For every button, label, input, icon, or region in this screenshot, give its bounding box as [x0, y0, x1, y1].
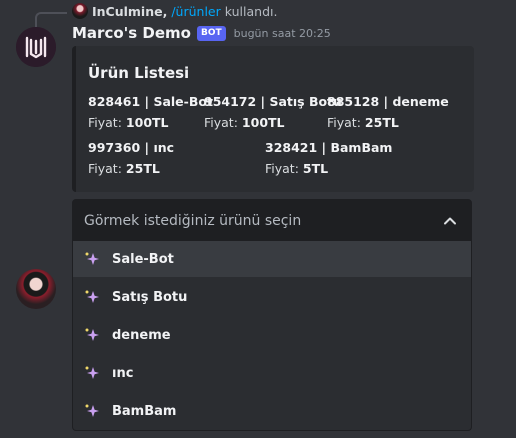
select-option-inc[interactable]: ınc: [73, 355, 471, 391]
field-value: Fiyat: 100TL: [88, 112, 213, 133]
field-value: Fiyat: 5TL: [265, 158, 392, 179]
reply-username[interactable]: InCulmine,: [92, 4, 167, 19]
embed-field: 997360 | ınc Fiyat: 25TL: [88, 137, 174, 179]
price-amount: 5TL: [302, 161, 329, 176]
select-placeholder: Görmek istediğiniz ürünü seçin: [84, 212, 302, 229]
reply-suffix: kullandı.: [224, 3, 278, 19]
price-amount: 25TL: [125, 161, 160, 176]
user-avatar[interactable]: [16, 269, 56, 309]
embed-title: Ürün Listesi: [88, 64, 190, 82]
price-label: Fiyat:: [88, 115, 122, 130]
price-label: Fiyat:: [327, 115, 361, 130]
slash-command-link[interactable]: /ürünler: [171, 4, 220, 19]
embed-field: 954172 | Satış Botu Fiyat: 100TL: [204, 91, 342, 133]
select-option-satis-botu[interactable]: Satış Botu: [73, 279, 471, 315]
field-name: 885128 | deneme: [327, 94, 449, 109]
embed-field: 828461 | Sale-Bot Fiyat: 100TL: [88, 91, 213, 133]
sparkle-icon: [85, 404, 99, 417]
field-name: 997360 | ınc: [88, 140, 175, 155]
product-list-embed: Ürün Listesi 828461 | Sale-Bot Fiyat: 10…: [72, 46, 474, 192]
reply-context: InCulmine, /ürünler kullandı.: [72, 3, 277, 19]
option-label: Sale-Bot: [112, 251, 174, 267]
bot-badge: BOT: [196, 25, 226, 41]
sparkle-icon: [85, 252, 99, 265]
field-value: Fiyat: 25TL: [88, 158, 174, 179]
sparkle-icon: [85, 328, 99, 341]
field-name: 954172 | Satış Botu: [204, 94, 342, 109]
select-option-bambam[interactable]: BamBam: [73, 393, 471, 429]
select-option-deneme[interactable]: deneme: [73, 317, 471, 353]
bot-avatar[interactable]: [16, 27, 56, 67]
option-label: Satış Botu: [112, 289, 188, 305]
field-name: 828461 | Sale-Bot: [88, 94, 213, 109]
sparkle-icon: [85, 290, 99, 303]
sparkle-icon: [85, 366, 99, 379]
select-option-sale-bot[interactable]: Sale-Bot: [73, 241, 471, 277]
price-label: Fiyat:: [265, 161, 299, 176]
message-timestamp[interactable]: bugün saat 20:25: [234, 27, 331, 40]
field-value: Fiyat: 100TL: [204, 112, 342, 133]
reply-user-avatar[interactable]: [72, 3, 88, 19]
option-label: ınc: [112, 365, 134, 381]
option-label: BamBam: [112, 403, 177, 419]
chevron-up-icon[interactable]: [441, 212, 459, 230]
price-label: Fiyat:: [204, 115, 238, 130]
select-dropdown-list: Sale-Bot Satış Botu deneme ınc BamBam: [72, 241, 472, 431]
embed-field: 328421 | BamBam Fiyat: 5TL: [265, 137, 392, 179]
price-amount: 25TL: [364, 115, 399, 130]
price-label: Fiyat:: [88, 161, 122, 176]
price-amount: 100TL: [125, 115, 169, 130]
field-value: Fiyat: 25TL: [327, 112, 449, 133]
price-amount: 100TL: [241, 115, 285, 130]
product-select-menu[interactable]: Görmek istediğiniz ürünü seçin: [72, 199, 472, 242]
option-label: deneme: [112, 327, 171, 343]
message-header: Marco's Demo BOT bugün saat 20:25: [72, 23, 331, 43]
field-name: 328421 | BamBam: [265, 140, 393, 155]
author-name[interactable]: Marco's Demo: [72, 24, 191, 42]
bot-logo-icon: [16, 27, 56, 67]
embed-field: 885128 | deneme Fiyat: 25TL: [327, 91, 449, 133]
